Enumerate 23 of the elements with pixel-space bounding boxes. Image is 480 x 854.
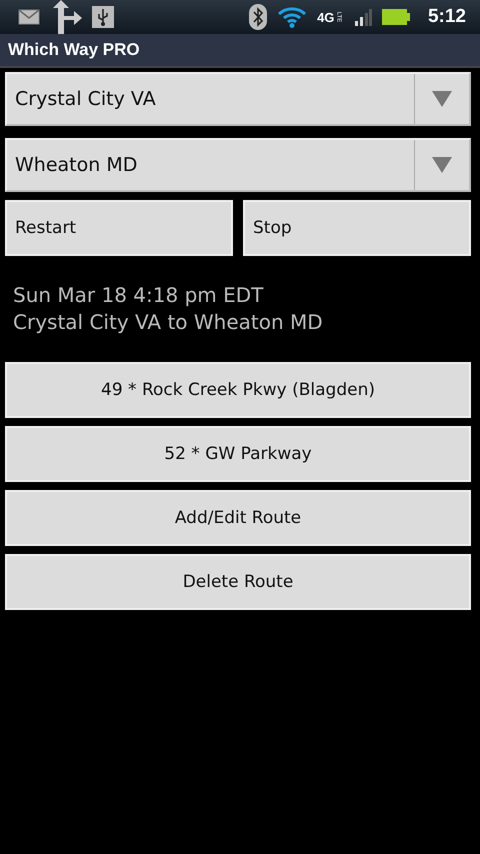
dropdown-arrow-icon bbox=[432, 91, 452, 107]
location-dropdown[interactable]: Crystal City VA bbox=[5, 72, 471, 126]
route-button[interactable]: 49 * Rock Creek Pkwy (Blagden) bbox=[5, 362, 471, 418]
route-button[interactable]: 52 * GW Parkway bbox=[5, 426, 471, 482]
app-title: Which Way PRO bbox=[8, 40, 140, 60]
bluetooth-icon bbox=[249, 4, 268, 30]
network-label: 4G bbox=[317, 10, 334, 24]
control-button[interactable]: Restart bbox=[5, 200, 233, 256]
dropdown-arrow-icon bbox=[432, 157, 452, 173]
signal-icon bbox=[354, 8, 372, 26]
battery-icon bbox=[382, 9, 410, 25]
dropdown-value: Wheaton MD bbox=[14, 154, 138, 176]
wifi-icon bbox=[277, 6, 308, 28]
trip-date: Sun Mar 18 4:18 pm EDT bbox=[13, 282, 264, 309]
control-button[interactable]: Stop bbox=[243, 200, 471, 256]
trip-description: Crystal City VA to Wheaton MD bbox=[13, 309, 324, 336]
dropdown-value: Crystal City VA bbox=[14, 88, 157, 110]
route-button[interactable]: Add/Edit Route bbox=[5, 490, 471, 546]
mail-icon bbox=[18, 9, 40, 25]
clock-time: 5:12 bbox=[428, 6, 466, 28]
location-dropdown[interactable]: Wheaton MD bbox=[5, 138, 471, 192]
usb-icon bbox=[92, 6, 114, 28]
route-button[interactable]: Delete Route bbox=[5, 554, 471, 610]
